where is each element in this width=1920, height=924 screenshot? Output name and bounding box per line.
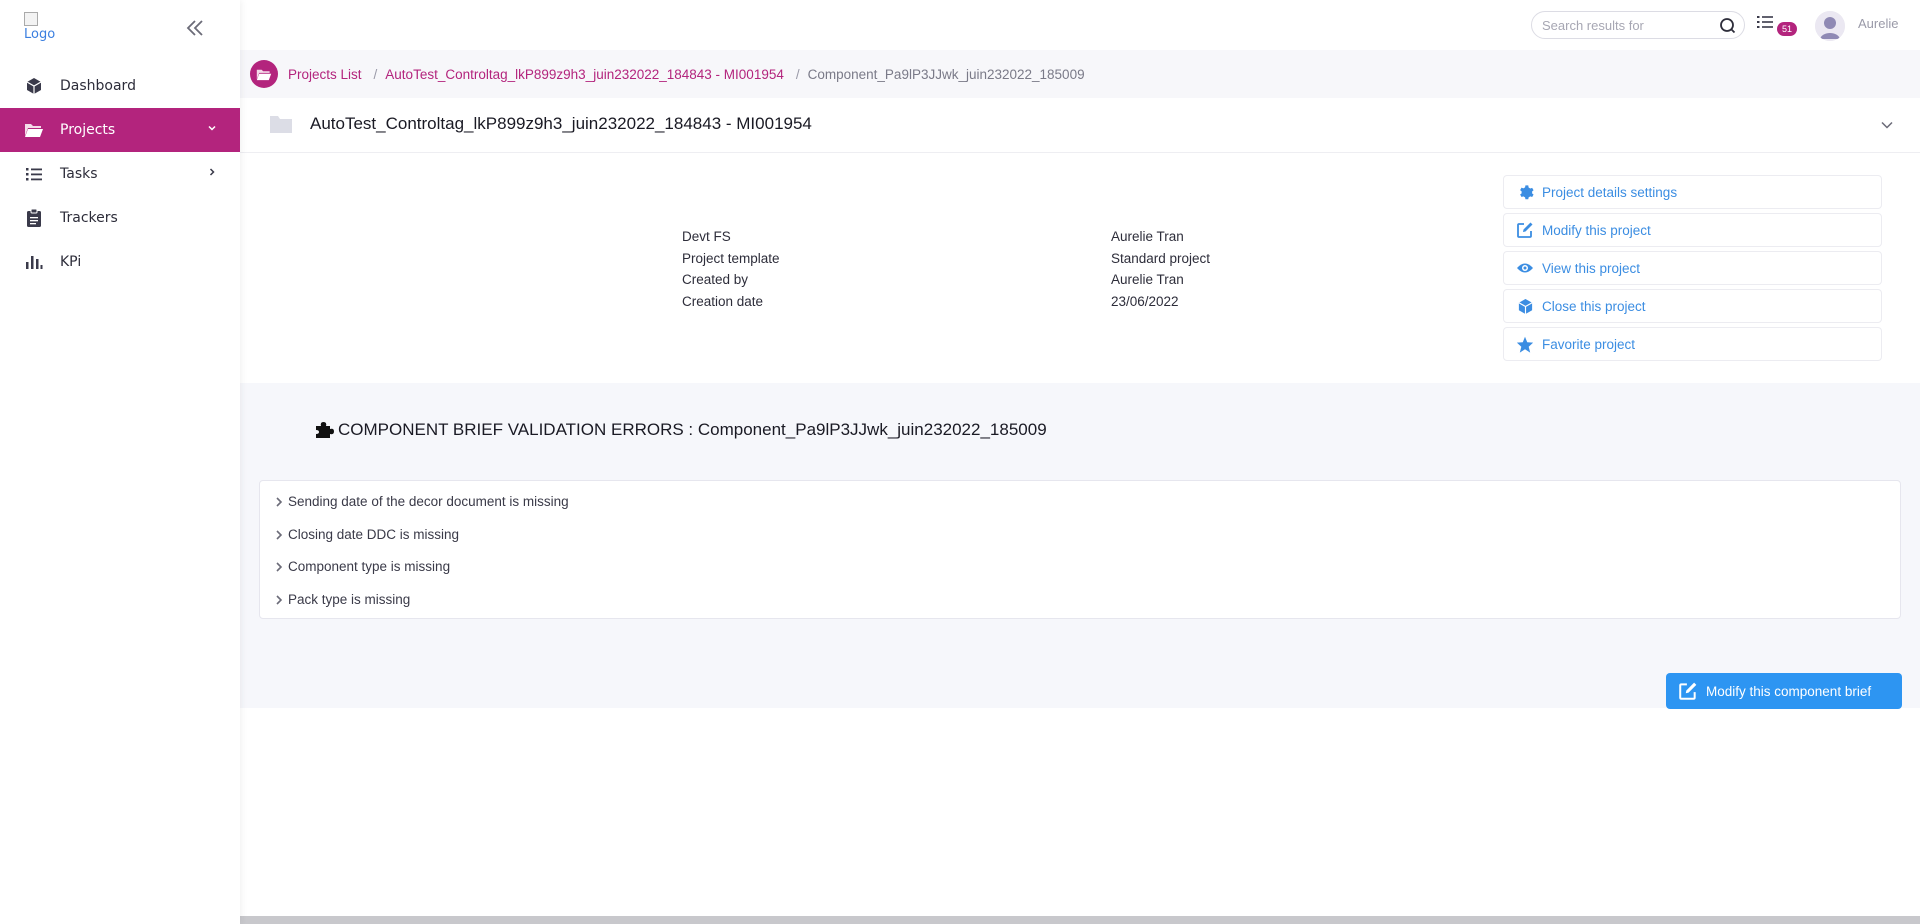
avatar[interactable] [1815, 11, 1845, 41]
validation-errors-section: COMPONENT BRIEF VALIDATION ERRORS : Comp… [240, 383, 1920, 709]
gear-icon [1516, 183, 1534, 201]
list-icon [1757, 16, 1773, 28]
clipboard-icon [24, 208, 44, 228]
detail-value: Standard project [1111, 250, 1211, 266]
list-item[interactable]: Sending date of the decor document is mi… [260, 494, 1900, 527]
project-header: AutoTest_Controltag_lkP899z9h3_juin23202… [240, 98, 1920, 153]
search-box [1531, 11, 1745, 39]
error-text: Component type is missing [288, 559, 451, 574]
detail-row: Devt FS Aurelie Tran [682, 226, 1210, 248]
detail-label: Project template [682, 250, 780, 266]
sidebar-item-label: Projects [60, 122, 116, 138]
detail-row: Creation date 23/06/2022 [682, 291, 1210, 313]
list-item[interactable]: Pack type is missing [260, 592, 1900, 625]
error-text: Pack type is missing [288, 591, 411, 607]
project-details-settings-button[interactable]: Project details settings [1503, 175, 1882, 209]
sidebar-item-trackers[interactable]: Trackers [0, 196, 240, 240]
chevron-right-icon [276, 594, 283, 605]
breadcrumb-projects-list[interactable]: Projects List [288, 67, 362, 82]
breadcrumb-separator: / [373, 66, 378, 82]
close-project-button[interactable]: Close this project [1503, 289, 1882, 323]
breadcrumb: Projects List / AutoTest_Controltag_lkP8… [240, 50, 1920, 98]
detail-label: Creation date [682, 293, 764, 309]
sidebar-item-projects[interactable]: Projects [0, 108, 240, 152]
logo[interactable]: Logo [24, 12, 64, 46]
detail-label: Devt FS [682, 229, 731, 245]
project-actions: Project details settings Modify this pro… [1503, 175, 1882, 365]
breadcrumb-trail: Projects List / AutoTest_Controltag_lkP8… [288, 67, 1085, 82]
broken-image-icon [24, 12, 38, 26]
puzzle-icon [316, 422, 334, 438]
chevron-right-icon [276, 562, 283, 572]
sidebar-item-label: Dashboard [60, 78, 136, 94]
bar-chart-icon [24, 252, 44, 272]
box-icon [1516, 297, 1534, 315]
modify-component-brief-button[interactable]: Modify this component brief [1666, 673, 1902, 709]
validation-title: COMPONENT BRIEF VALIDATION ERRORS : Comp… [314, 420, 1047, 440]
chevron-down-icon [208, 125, 216, 131]
notification-badge: 51 [1777, 22, 1797, 36]
folder-icon [270, 116, 292, 133]
sidebar-nav: Dashboard Projects Tasks Trackers KPi [0, 64, 240, 284]
favorite-project-button[interactable]: Favorite project [1503, 327, 1882, 361]
breadcrumb-project[interactable]: AutoTest_Controltag_lkP899z9h3_juin23202… [385, 67, 784, 82]
cube-icon [24, 76, 44, 96]
action-label: Close this project [1542, 298, 1646, 314]
topbar: 51 Aurelie [240, 0, 1920, 50]
user-avatar-icon [1815, 11, 1845, 41]
detail-value: Aurelie Tran [1111, 272, 1184, 288]
username[interactable]: Aurelie [1858, 16, 1898, 31]
sidebar-item-label: Trackers [60, 210, 118, 226]
view-project-button[interactable]: View this project [1503, 251, 1882, 285]
action-label: Favorite project [1542, 336, 1636, 352]
button-label: Modify this component brief [1706, 683, 1872, 699]
chevron-right-icon [276, 497, 283, 507]
breadcrumb-separator: / [795, 66, 800, 82]
sidebar-item-dashboard[interactable]: Dashboard [0, 64, 240, 108]
edit-icon [1516, 221, 1534, 239]
folder-open-icon [250, 60, 278, 88]
detail-value: Aurelie Tran [1111, 229, 1184, 245]
sidebar-item-label: Tasks [60, 166, 98, 182]
star-icon [1516, 335, 1534, 353]
action-label: View this project [1542, 260, 1641, 276]
detail-row: Created by Aurelie Tran [682, 269, 1210, 291]
action-label: Modify this project [1542, 222, 1651, 238]
validation-errors-list: Sending date of the decor document is mi… [259, 480, 1901, 619]
error-text: Closing date DDC is missing [288, 526, 460, 542]
project-details: Devt FS Aurelie Tran Project template Stan… [682, 226, 1210, 312]
sidebar-item-label: KPi [60, 254, 82, 270]
list-item[interactable]: Closing date DDC is missing [260, 527, 1900, 560]
validation-title-text: COMPONENT BRIEF VALIDATION ERRORS : Comp… [338, 420, 1047, 439]
chevron-right-icon [276, 529, 283, 540]
list-item[interactable]: Component type is missing [260, 559, 1900, 592]
double-chevron-left-icon [186, 20, 203, 36]
search-icon[interactable] [1719, 17, 1736, 34]
detail-label: Created by [682, 272, 749, 288]
sidebar: Logo Dashboard Projects Tasks Trackers K… [0, 0, 240, 924]
collapse-sidebar-button[interactable] [184, 18, 206, 38]
eye-icon [1516, 259, 1534, 277]
list-icon [24, 164, 44, 184]
search-input[interactable] [1542, 17, 1712, 33]
detail-row: Project template Standard project [682, 248, 1210, 270]
modify-project-button[interactable]: Modify this project [1503, 213, 1882, 247]
error-text: Sending date of the decor document is mi… [288, 494, 569, 509]
logo-alt-text: Logo [24, 27, 56, 42]
page-title: AutoTest_Controltag_lkP899z9h3_juin23202… [310, 114, 812, 133]
chevron-right-icon [209, 168, 215, 176]
folder-open-icon [24, 120, 44, 140]
edit-icon [1679, 682, 1697, 700]
horizontal-scrollbar[interactable] [0, 916, 1920, 924]
sidebar-item-kpi[interactable]: KPi [0, 240, 240, 284]
sidebar-item-tasks[interactable]: Tasks [0, 152, 240, 196]
breadcrumb-current: Component_Pa9lP3JJwk_juin232022_185009 [807, 66, 1085, 82]
chevron-down-icon[interactable] [1880, 118, 1894, 132]
action-label: Project details settings [1542, 184, 1678, 200]
detail-value: 23/06/2022 [1111, 293, 1179, 309]
